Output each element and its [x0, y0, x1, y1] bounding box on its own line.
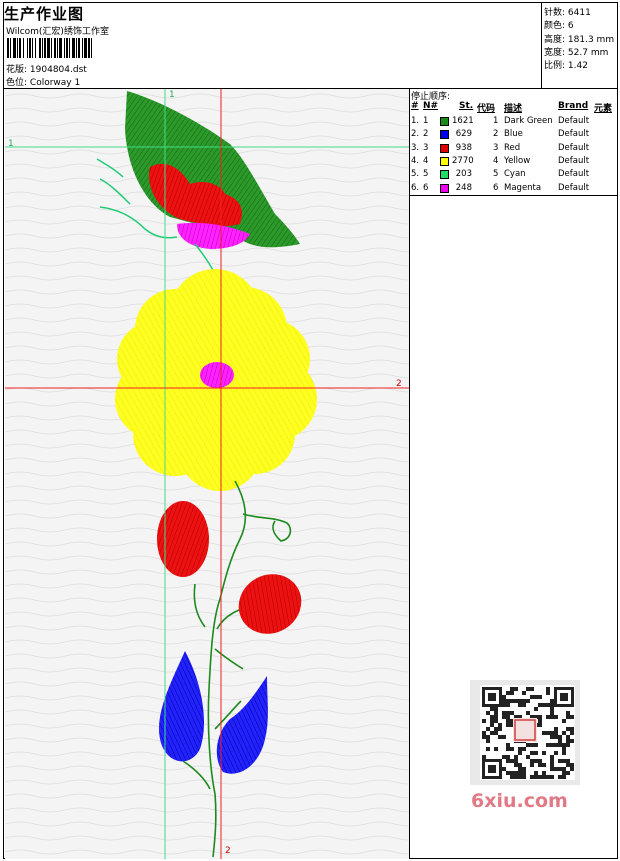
row-stitches: 203 [455, 169, 472, 180]
row-stitches: 2770 [452, 155, 474, 166]
row-code: 4 [493, 155, 499, 166]
row-stitches: 248 [455, 182, 472, 193]
row-brand: Default [558, 182, 590, 193]
color-count: 颜色: 6 [544, 21, 574, 31]
stop-row[interactable]: 3. 3 938 3 Red Default [409, 142, 618, 155]
design-row: 花版: 1904804.dst [6, 62, 87, 75]
col-stitches: St. [459, 101, 474, 111]
design-scale: 比例: 1.42 [544, 61, 588, 71]
design-height: 高度: 181.3 mm [544, 35, 615, 45]
row-description: Blue [504, 129, 523, 140]
design-label: 花版: [6, 65, 28, 75]
stop-row[interactable]: 4. 4 2770 4 Yellow Default [409, 155, 618, 168]
row-code: 6 [493, 182, 499, 193]
embroidery-preview [5, 89, 409, 859]
guide-label-h2: 2 [396, 379, 402, 389]
col-element: 元素 [594, 104, 613, 114]
row-code: 2 [493, 129, 499, 140]
row-needle: 2 [423, 129, 429, 140]
colorway-row: 色位: Colorway 1 [6, 75, 80, 88]
guide-label-v2: 2 [225, 846, 231, 856]
watermark: 6xiu.com [471, 790, 568, 812]
row-index: 1. [411, 116, 420, 126]
row-needle: 3 [423, 142, 429, 153]
stop-row[interactable]: 2. 2 629 2 Blue Default [409, 128, 618, 141]
row-stitches: 938 [455, 142, 472, 153]
col-brand: Brand [558, 101, 589, 111]
colorway-value: Colorway 1 [29, 78, 81, 88]
color-swatch [440, 170, 449, 180]
design-width: 宽度: 52.7 mm [544, 48, 609, 58]
row-brand: Default [558, 169, 590, 180]
panel-separator [409, 195, 618, 196]
color-swatch [440, 156, 449, 166]
guide-label-h1: 1 [8, 139, 14, 149]
row-index: 6. [411, 182, 420, 193]
design-value: 1904804.dst [29, 65, 87, 75]
row-needle: 1 [423, 116, 429, 126]
col-description: 描述 [504, 104, 523, 114]
row-index: 4. [411, 155, 420, 166]
row-description: Yellow [504, 155, 531, 166]
color-swatch [440, 130, 449, 140]
page-title: 生产作业图 [4, 5, 85, 23]
row-needle: 5 [423, 169, 429, 180]
row-code: 3 [493, 142, 499, 153]
row-brand: Default [558, 155, 590, 166]
row-brand: Default [558, 129, 590, 140]
row-code: 1 [493, 116, 499, 126]
qr-code-image [480, 685, 575, 780]
stop-row[interactable]: 5. 5 203 5 Cyan Default [409, 168, 618, 181]
row-stitches: 629 [455, 129, 472, 140]
col-index: # [411, 101, 419, 111]
color-swatch [440, 143, 449, 153]
color-swatch [440, 117, 449, 126]
row-stitches: 1621 [452, 116, 474, 126]
row-description: Red [504, 142, 521, 153]
studio-name: Wilcom(汇宏)绣饰工作室 [6, 27, 109, 37]
row-code: 5 [493, 169, 499, 180]
row-description: Dark Green [504, 116, 553, 126]
color-swatch [440, 183, 449, 193]
barcode [7, 38, 140, 58]
colorway-label: 色位: [6, 78, 28, 88]
row-brand: Default [558, 116, 590, 126]
row-index: 2. [411, 129, 420, 140]
row-needle: 6 [423, 182, 429, 193]
stop-row[interactable]: 1. 1 1621 1 Dark Green Default [409, 115, 618, 128]
row-index: 5. [411, 169, 420, 180]
guide-label-v1: 1 [169, 90, 175, 100]
col-needle: N# [423, 101, 439, 111]
design-canvas[interactable]: 1 2 1 2 [5, 89, 409, 859]
row-index: 3. [411, 142, 420, 153]
stats-box: 针数: 6411 颜色: 6 高度: 181.3 mm 宽度: 52.7 mm … [541, 3, 619, 88]
qr-code [470, 680, 580, 785]
row-needle: 4 [423, 155, 429, 166]
row-description: Cyan [504, 169, 526, 180]
row-description: Magenta [504, 182, 542, 193]
stop-row[interactable]: 6. 6 248 6 Magenta Default [409, 182, 618, 195]
stitch-count: 针数: 6411 [544, 8, 591, 18]
row-brand: Default [558, 142, 590, 153]
col-code: 代码 [477, 104, 496, 114]
